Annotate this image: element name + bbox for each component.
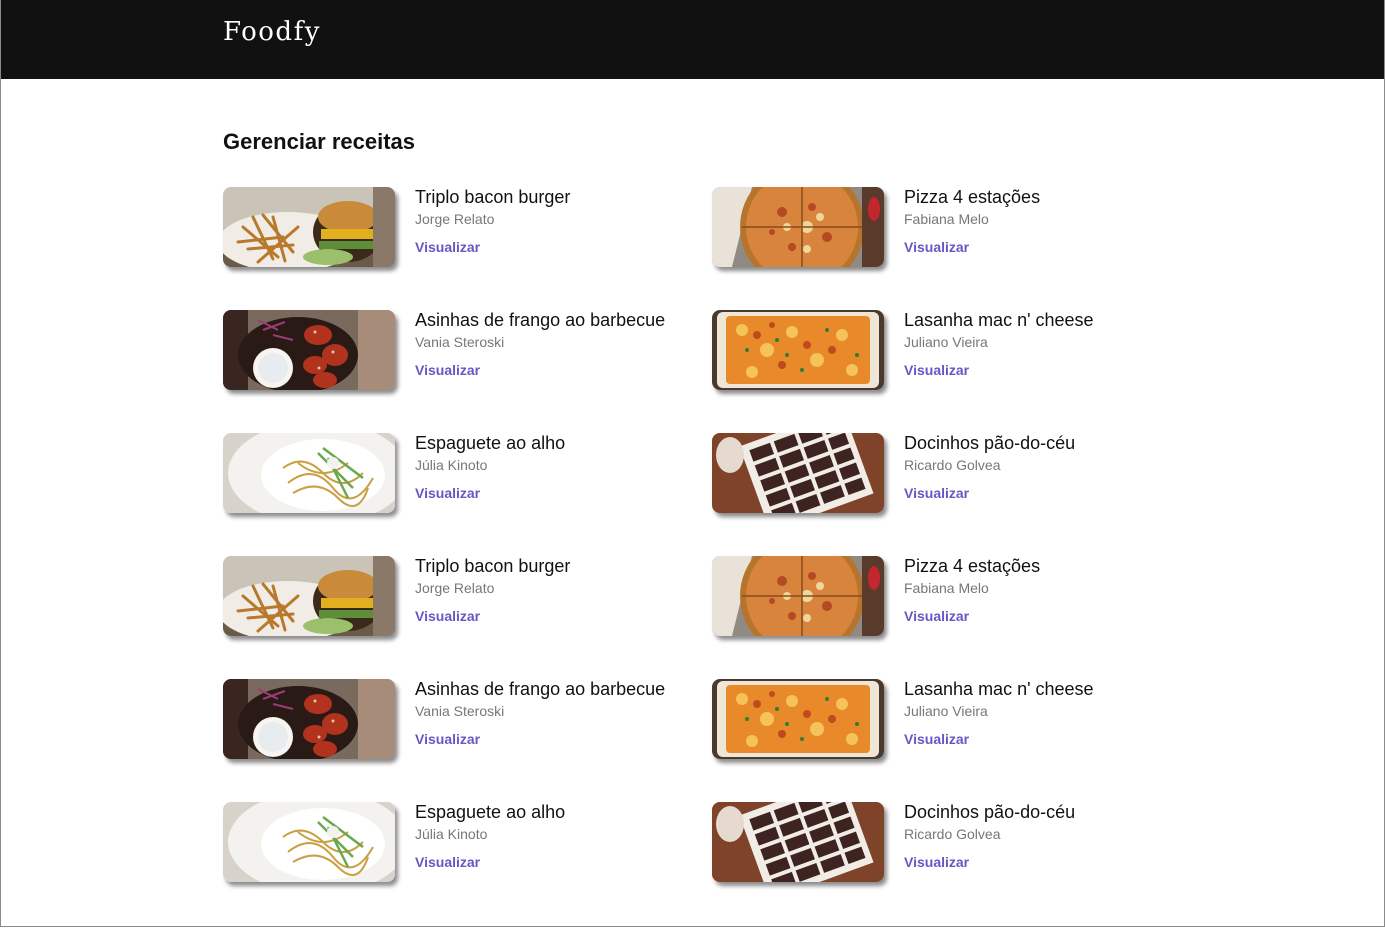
recipe-photo[interactable] <box>223 802 395 882</box>
recipe-info: Lasanha mac n' cheese Juliano Vieira Vis… <box>904 679 1094 749</box>
view-recipe-link[interactable]: Visualizar <box>904 854 969 870</box>
recipe-card-4: Lasanha mac n' cheese Juliano Vieira Vis… <box>712 310 1163 433</box>
recipe-author: Ricardo Golvea <box>904 826 1001 842</box>
main-content: Gerenciar receitas Triplo bacon burger J… <box>223 126 1163 925</box>
recipe-card-9: Asinhas de frango ao barbecue Vania Ster… <box>223 679 712 802</box>
recipe-title: Espaguete ao alho <box>415 802 566 822</box>
recipe-title: Lasanha mac n' cheese <box>904 310 1094 330</box>
recipe-info: Pizza 4 estações Fabiana Melo Visualizar <box>904 556 1040 626</box>
recipe-title: Lasanha mac n' cheese <box>904 679 1094 699</box>
recipe-title: Triplo bacon burger <box>415 187 571 207</box>
view-recipe-link[interactable]: Visualizar <box>904 485 969 501</box>
recipe-title: Docinhos pão-do-céu <box>904 433 1076 453</box>
recipe-photo[interactable] <box>223 187 395 267</box>
recipe-title: Triplo bacon burger <box>415 556 571 576</box>
recipe-card-7: Triplo bacon burger Jorge Relato Visuali… <box>223 556 712 679</box>
recipe-info: Espaguete ao alho Júlia Kinoto Visualiza… <box>415 433 565 503</box>
recipe-card-11: Espaguete ao alho Júlia Kinoto Visualiza… <box>223 802 712 925</box>
recipe-author: Jorge Relato <box>415 211 495 227</box>
recipe-photo[interactable] <box>712 556 884 636</box>
view-recipe-link[interactable]: Visualizar <box>904 731 969 747</box>
recipe-author: Ricardo Golvea <box>904 457 1001 473</box>
recipe-info: Pizza 4 estações Fabiana Melo Visualizar <box>904 187 1040 257</box>
top-bar: Foodfy <box>1 0 1384 79</box>
recipe-photo[interactable] <box>223 433 395 513</box>
brand-logo[interactable]: Foodfy <box>223 17 321 47</box>
view-recipe-link[interactable]: Visualizar <box>904 608 969 624</box>
recipe-photo[interactable] <box>712 679 884 759</box>
recipe-card-2: Pizza 4 estações Fabiana Melo Visualizar <box>712 187 1163 310</box>
recipe-info: Docinhos pão-do-céu Ricardo Golvea Visua… <box>904 433 1075 503</box>
recipe-info: Triplo bacon burger Jorge Relato Visuali… <box>415 556 570 626</box>
recipe-author: Juliano Vieira <box>904 334 988 350</box>
recipe-photo[interactable] <box>223 679 395 759</box>
recipe-photo[interactable] <box>712 802 884 882</box>
recipe-info: Asinhas de frango ao barbecue Vania Ster… <box>415 679 665 749</box>
recipe-title: Asinhas de frango ao barbecue <box>415 310 666 330</box>
recipe-author: Júlia Kinoto <box>415 457 488 473</box>
recipe-photo[interactable] <box>223 310 395 390</box>
view-recipe-link[interactable]: Visualizar <box>415 239 480 255</box>
recipe-info: Asinhas de frango ao barbecue Vania Ster… <box>415 310 665 380</box>
recipe-card-12: Docinhos pão-do-céu Ricardo Golvea Visua… <box>712 802 1163 925</box>
recipe-author: Jorge Relato <box>415 580 495 596</box>
recipe-title: Espaguete ao alho <box>415 433 566 453</box>
recipe-card-8: Pizza 4 estações Fabiana Melo Visualizar <box>712 556 1163 679</box>
view-recipe-link[interactable]: Visualizar <box>415 608 480 624</box>
recipe-author: Vania Steroski <box>415 334 505 350</box>
recipe-photo[interactable] <box>712 310 884 390</box>
view-recipe-link[interactable]: Visualizar <box>904 362 969 378</box>
recipe-author: Juliano Vieira <box>904 703 988 719</box>
recipe-title: Asinhas de frango ao barbecue <box>415 679 666 699</box>
view-recipe-link[interactable]: Visualizar <box>415 854 480 870</box>
recipe-author: Fabiana Melo <box>904 580 989 596</box>
recipe-photo[interactable] <box>223 556 395 636</box>
view-recipe-link[interactable]: Visualizar <box>904 239 969 255</box>
recipe-title: Pizza 4 estações <box>904 556 1041 576</box>
recipe-card-10: Lasanha mac n' cheese Juliano Vieira Vis… <box>712 679 1163 802</box>
recipe-photo[interactable] <box>712 433 884 513</box>
recipe-list: Triplo bacon burger Jorge Relato Visuali… <box>223 187 1163 925</box>
view-recipe-link[interactable]: Visualizar <box>415 362 480 378</box>
recipe-card-1: Triplo bacon burger Jorge Relato Visuali… <box>223 187 712 310</box>
recipe-info: Docinhos pão-do-céu Ricardo Golvea Visua… <box>904 802 1075 872</box>
recipe-card-6: Docinhos pão-do-céu Ricardo Golvea Visua… <box>712 433 1163 556</box>
page: Foodfy Gerenciar receitas Triplo bacon b… <box>0 0 1385 927</box>
recipe-author: Fabiana Melo <box>904 211 989 227</box>
view-recipe-link[interactable]: Visualizar <box>415 731 480 747</box>
recipe-author: Vania Steroski <box>415 703 505 719</box>
recipe-info: Triplo bacon burger Jorge Relato Visuali… <box>415 187 570 257</box>
recipe-author: Júlia Kinoto <box>415 826 488 842</box>
recipe-info: Lasanha mac n' cheese Juliano Vieira Vis… <box>904 310 1094 380</box>
recipe-card-5: Espaguete ao alho Júlia Kinoto Visualiza… <box>223 433 712 556</box>
recipe-photo[interactable] <box>712 187 884 267</box>
recipe-card-3: Asinhas de frango ao barbecue Vania Ster… <box>223 310 712 433</box>
view-recipe-link[interactable]: Visualizar <box>415 485 480 501</box>
recipe-title: Docinhos pão-do-céu <box>904 802 1076 822</box>
recipe-info: Espaguete ao alho Júlia Kinoto Visualiza… <box>415 802 565 872</box>
page-title: Gerenciar receitas <box>223 129 416 154</box>
recipe-title: Pizza 4 estações <box>904 187 1041 207</box>
